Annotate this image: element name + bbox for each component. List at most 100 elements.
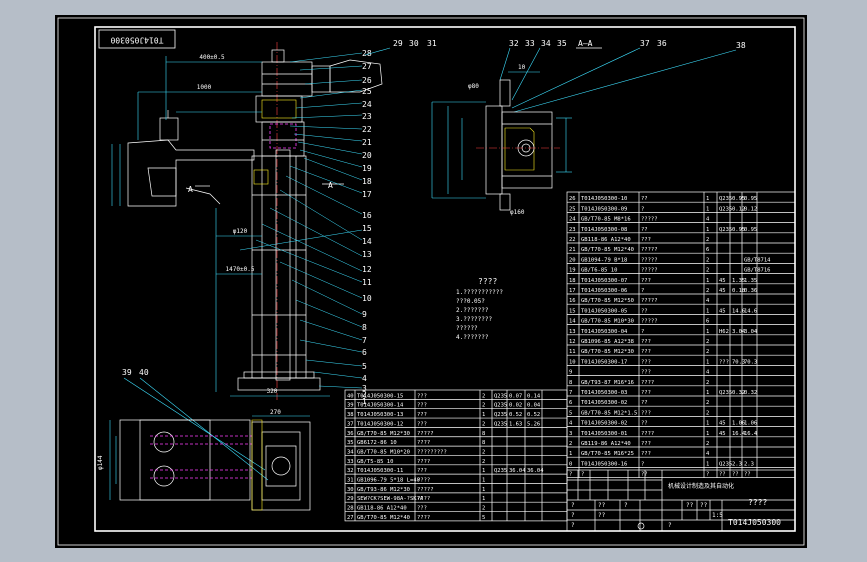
svg-text:36: 36 [657,39,667,48]
bom-lower-cell: 0.52 [509,412,522,418]
bom-upper-cell: 1 [706,329,709,335]
bom-upper-cell: Q235 [719,461,732,467]
bom-lower-cell: 36.04 [509,468,526,474]
bom-upper-cell: 10 [569,359,576,365]
svg-text:1470±0.5: 1470±0.5 [226,266,255,273]
bom-lower-cell: 1.63 [509,421,522,427]
bom-upper-cell: ????? [641,268,658,274]
bom-upper-cell: 18 [569,278,576,284]
bom-upper-cell: 2 [706,349,709,355]
bom-upper-cell: ?? [719,472,726,478]
bom-lower-cell: 34 [347,449,354,455]
bom-upper-cell: 1 [706,227,709,233]
bom-lower-cell: 1 [482,478,485,484]
bom-upper-cell: 22 [569,237,576,243]
svg-text:37: 37 [640,39,650,48]
bom-upper-cell: ????? [641,257,658,263]
bom-lower-cell: 28 [347,506,354,512]
bom-upper-cell: T014J050300-17 [581,359,627,365]
bom-lower-cell: 40 [347,393,354,399]
bom-upper-cell: ? [641,461,644,467]
svg-text:??: ?? [686,502,694,509]
bom-lower-cell: 0.04 [527,403,541,409]
bom-upper-cell: ?? [641,196,648,202]
bom-upper-cell: 14 [569,319,576,325]
svg-text:φ80: φ80 [468,83,479,90]
svg-text:1:5: 1:5 [712,512,723,519]
company-name: 机械设计制造及其自动化 [668,482,734,490]
bom-upper-cell: 2 [706,410,709,416]
bom-upper-cell: 0.36 [744,288,757,294]
svg-text:24: 24 [362,100,372,109]
bom-lower-cell: ????? [417,487,434,493]
svg-text:?: ? [571,502,575,509]
bom-lower-cell: Q235 [494,468,507,474]
bom-lower-cell: 33 [347,459,354,465]
bom-lower-cell: ??? [417,412,427,418]
bom-upper-cell: 19 [569,268,576,274]
svg-text:φ144: φ144 [97,455,104,470]
bom-upper-cell: 1.06 [744,421,757,427]
svg-text:21: 21 [362,138,372,147]
bom-upper-cell: 24 [569,217,576,223]
bom-upper-cell: 0.12 [744,206,757,212]
svg-text:?: ? [571,522,575,529]
bom-upper-cell: T014J050300-03 [581,390,627,396]
bom-upper-cell: ?? [641,400,648,406]
bom-upper-cell: GB/T70-85 M12*40 [581,247,634,253]
bom-lower-cell: 31 [347,478,354,484]
bom-upper-cell: GB/T70-85 M12*1.5 [581,410,637,416]
bom-upper-cell: T014J050300-01 [581,431,627,437]
bom-upper-cell: ?? [641,421,648,427]
bom-upper-cell: 9 [569,370,572,376]
svg-text:??: ?? [700,502,708,509]
bom-upper-cell: T014J050300-08 [581,227,627,233]
svg-text:16: 16 [362,211,372,220]
bom-upper-cell: 1 [706,359,709,365]
bom-lower-cell: ???? [417,496,430,502]
bom-upper-cell: GB/T70-85 M12*30 [581,349,634,355]
bom-lower-cell: SEW?CK?SEW-98A-?SK?A [357,496,424,502]
svg-text:2.???????: 2.??????? [456,307,489,314]
bom-lower-cell: 8 [482,440,485,446]
bom-lower-cell: ???? [417,478,430,484]
bom-upper-cell: ? [641,288,644,294]
bom-upper-cell: 12 [569,339,576,345]
svg-text:7: 7 [362,336,367,345]
bom-upper-cell: ? [641,329,644,335]
bom-upper-cell: ??? [641,237,651,243]
bom-upper-cell: 70.3 [744,359,757,365]
svg-text:14: 14 [362,237,372,246]
svg-text:40: 40 [139,368,149,377]
svg-text:17: 17 [362,190,372,199]
bom-upper-cell: ??? [641,339,651,345]
bom-upper-cell: T014J050300-07 [581,278,627,284]
bom-upper-cell: Q235 [719,390,732,396]
bom-lower-cell: 8 [482,431,485,437]
bom-lower-cell: T014J050300-11 [357,468,403,474]
bom-lower-cell: GB/T70-85 M12*40 [357,515,410,521]
bom-upper-cell: Q235 [719,206,732,212]
bom-lower-cell: 2 [482,506,485,512]
bom-upper-cell: 0 [569,461,572,467]
bom-upper-cell: ????? [641,298,658,304]
bom-upper-cell: T014J050300-05 [581,308,627,314]
bom-lower-cell: GB/T93-86 M12*30 [357,487,410,493]
svg-text:?: ? [624,502,628,509]
bom-lower-cell: T014J050300-15 [357,393,403,399]
svg-text:4.???????: 4.??????? [456,334,489,341]
bom-upper-cell: 3.04 [744,329,758,335]
svg-text:18: 18 [362,177,372,186]
bom-lower-cell: 5.26 [527,421,540,427]
bom-upper-cell: GB118-86 A12*40 [581,237,631,243]
bom-upper-cell: GB/T70-85 M10*30 [581,319,634,325]
svg-text:????: ???? [478,277,497,286]
bom-upper-cell: 45 [719,431,726,437]
bom-lower-cell: 35 [347,440,354,446]
bom-upper-cell: 0.32 [744,390,757,396]
bom-upper-cell: 20 [569,257,576,263]
drawing-code: T014J050300 [728,518,781,527]
bom-upper-cell: ? [706,472,709,478]
svg-text:29: 29 [393,39,403,48]
bom-lower-cell: 0.02 [509,403,522,409]
